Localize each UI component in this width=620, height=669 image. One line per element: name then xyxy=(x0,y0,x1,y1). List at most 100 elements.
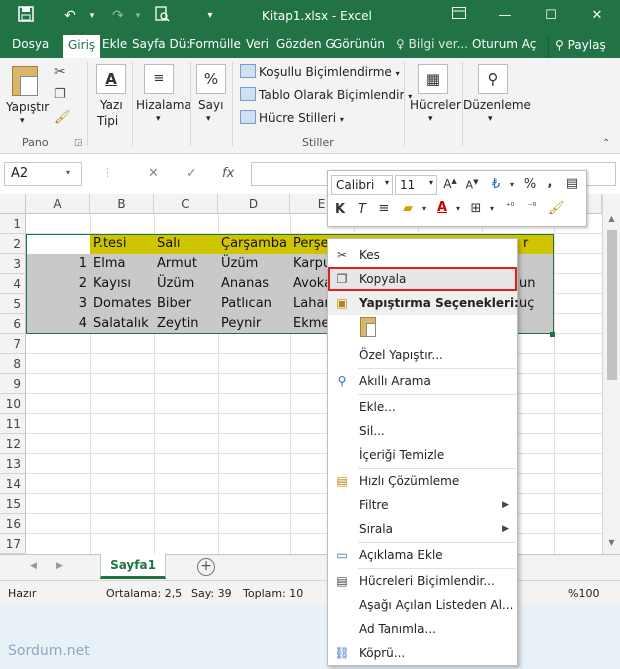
cell-c3[interactable]: Armut xyxy=(154,254,218,274)
row-header[interactable]: 7 xyxy=(0,334,26,354)
cell-b4[interactable]: Kayısı xyxy=(90,274,154,294)
spreadsheet-grid[interactable]: A B C D E F G H 1 2 3 4 5 6 7 8 9 10 11 … xyxy=(0,194,620,554)
font-icon[interactable]: A xyxy=(96,64,126,94)
italic-icon[interactable]: T xyxy=(354,202,370,217)
dialog-launcher-icon[interactable]: ◲ xyxy=(74,138,83,148)
ribbon-display-icon[interactable] xyxy=(446,4,472,28)
menu-item-cut[interactable]: ✂ Kes xyxy=(328,243,517,267)
row-header[interactable]: 14 xyxy=(0,474,26,494)
cell-d4[interactable]: Ananas xyxy=(218,274,290,294)
cell-c4[interactable]: Üzüm xyxy=(154,274,218,294)
row-header[interactable]: 13 xyxy=(0,454,26,474)
row-header[interactable]: 8 xyxy=(0,354,26,374)
tab-review[interactable]: Gözden G xyxy=(276,37,335,51)
cut-icon[interactable]: ✂ xyxy=(54,64,66,80)
tab-page-layout[interactable]: Sayfa Dü: xyxy=(132,37,190,51)
cell-d2[interactable]: Çarşamba xyxy=(218,234,290,254)
cell-b3[interactable]: Elma xyxy=(90,254,154,274)
grow-font-icon[interactable]: A▲ xyxy=(442,177,458,191)
cell-h5[interactable]: uç xyxy=(516,294,554,314)
cell-b5[interactable]: Domates xyxy=(90,294,154,314)
font-size-box[interactable]: 11 ▾ xyxy=(395,175,437,195)
menu-item-clear-contents[interactable]: İçeriği Temizle xyxy=(328,443,517,467)
print-preview-icon[interactable] xyxy=(152,6,172,26)
cell-styles-button[interactable]: Hücre Stilleri ▾ xyxy=(240,110,344,125)
menu-item-format-cells[interactable]: ▤ Hücreleri Biçimlendir... xyxy=(328,569,517,593)
customize-icon[interactable]: ▾ xyxy=(200,6,220,26)
redo-dropdown-icon[interactable]: ▾ xyxy=(128,6,148,26)
chevron-down-icon[interactable]: ▾ xyxy=(504,180,520,189)
tab-file[interactable]: Dosya xyxy=(12,37,49,51)
tab-home[interactable]: Giriş xyxy=(63,35,101,58)
tab-formulas[interactable]: Formülle xyxy=(189,37,241,51)
column-header-d[interactable]: D xyxy=(218,194,290,214)
cell-d3[interactable]: Üzüm xyxy=(218,254,290,274)
row-header[interactable]: 16 xyxy=(0,514,26,534)
scroll-thumb[interactable] xyxy=(607,230,617,380)
tab-sheet1[interactable]: Sayfa1 xyxy=(100,554,166,579)
tab-data[interactable]: Veri xyxy=(246,37,269,51)
scroll-up-icon[interactable]: ▲ xyxy=(606,214,617,224)
align-center-icon[interactable]: ≡ xyxy=(376,201,392,216)
enter-icon[interactable]: ✓ xyxy=(186,166,197,181)
menu-item-quick-analysis[interactable]: ▤ Hızlı Çözümleme xyxy=(328,469,517,493)
editing-label[interactable]: Düzenleme xyxy=(463,98,531,112)
menu-item-insert-comment[interactable]: ▭ Açıklama Ekle xyxy=(328,543,517,567)
name-box[interactable]: A2 xyxy=(4,162,82,186)
font-color-icon[interactable]: A xyxy=(434,200,450,215)
cell-h4[interactable]: un xyxy=(516,274,554,294)
cell-c2[interactable]: Salı xyxy=(154,234,218,254)
chevron-down-icon[interactable]: ▾ xyxy=(416,204,432,213)
scroll-down-icon[interactable]: ▼ xyxy=(606,538,617,548)
increase-decimal-icon[interactable]: ⁺⁰ xyxy=(502,202,518,212)
shrink-font-icon[interactable]: A▼ xyxy=(464,178,480,192)
menu-item-hyperlink[interactable]: ⛓ Köprü... xyxy=(328,641,517,665)
row-header[interactable]: 3 xyxy=(0,254,26,274)
bold-icon[interactable]: K xyxy=(332,202,348,217)
comma-style-icon[interactable]: , xyxy=(542,175,558,190)
undo-icon[interactable]: ↶ xyxy=(60,6,80,26)
tab-view[interactable]: Görünün xyxy=(333,37,385,51)
prev-sheet-icon[interactable]: ◀ xyxy=(30,561,37,571)
chevron-down-icon[interactable]: ▾ xyxy=(450,204,466,213)
tab-insert[interactable]: Ekle xyxy=(102,37,127,51)
copy-icon[interactable]: ❐ xyxy=(54,87,66,102)
menu-item-filter[interactable]: Filtre ▶ xyxy=(328,493,517,517)
paste-option-icon[interactable] xyxy=(358,317,378,339)
column-header-a[interactable]: A xyxy=(26,194,90,214)
percent-style-icon[interactable]: % xyxy=(522,177,538,192)
alignment-label[interactable]: Hizalama xyxy=(136,98,192,112)
row-header[interactable]: 12 xyxy=(0,434,26,454)
cell-h2[interactable]: r xyxy=(520,234,554,254)
maximize-button[interactable]: ☐ xyxy=(538,4,564,28)
decrease-decimal-icon[interactable]: ⁻⁰ xyxy=(524,202,540,212)
active-cell[interactable] xyxy=(27,235,90,254)
row-header[interactable]: 5 xyxy=(0,294,26,314)
cell-c6[interactable]: Zeytin xyxy=(154,314,218,334)
add-sheet-icon[interactable]: + xyxy=(197,558,215,576)
cell-b2[interactable]: P.tesi xyxy=(90,234,154,254)
row-header[interactable]: 10 xyxy=(0,394,26,414)
cell-a6[interactable]: 4 xyxy=(26,314,90,334)
cell-a5[interactable]: 3 xyxy=(26,294,90,314)
format-painter-icon[interactable]: 🖌 xyxy=(54,110,71,125)
cell-b6[interactable]: Salatalık xyxy=(90,314,154,334)
menu-item-define-name[interactable]: Ad Tanımla... xyxy=(328,617,517,641)
share-button[interactable]: ⚲ Paylaş xyxy=(548,35,612,58)
cells-icon[interactable]: ▦ xyxy=(418,64,448,94)
menu-item-paste-special[interactable]: Özel Yapıştır... xyxy=(328,343,517,367)
borders-icon[interactable]: ⊞ xyxy=(468,201,484,216)
menu-item-smart-lookup[interactable]: ⚲ Akıllı Arama xyxy=(328,369,517,393)
menu-item-pick-from-list[interactable]: Aşağı Açılan Listeden Al... xyxy=(328,593,517,617)
vertical-scrollbar[interactable]: ▲ ▼ xyxy=(602,194,620,554)
column-header-c[interactable]: C xyxy=(154,194,218,214)
tell-me-search[interactable]: ♀ Bilgi ver... xyxy=(396,37,468,51)
row-header[interactable]: 9 xyxy=(0,374,26,394)
format-painter-icon[interactable]: 🖌 xyxy=(548,201,565,216)
sign-in-link[interactable]: Oturum Aç xyxy=(472,37,536,51)
save-icon[interactable] xyxy=(16,6,36,26)
cell-d6[interactable]: Peynir xyxy=(218,314,290,334)
menu-item-delete[interactable]: Sil... xyxy=(328,419,517,443)
row-header[interactable]: 2 xyxy=(0,234,26,254)
magnifier-icon[interactable]: ⚲ xyxy=(478,64,508,94)
